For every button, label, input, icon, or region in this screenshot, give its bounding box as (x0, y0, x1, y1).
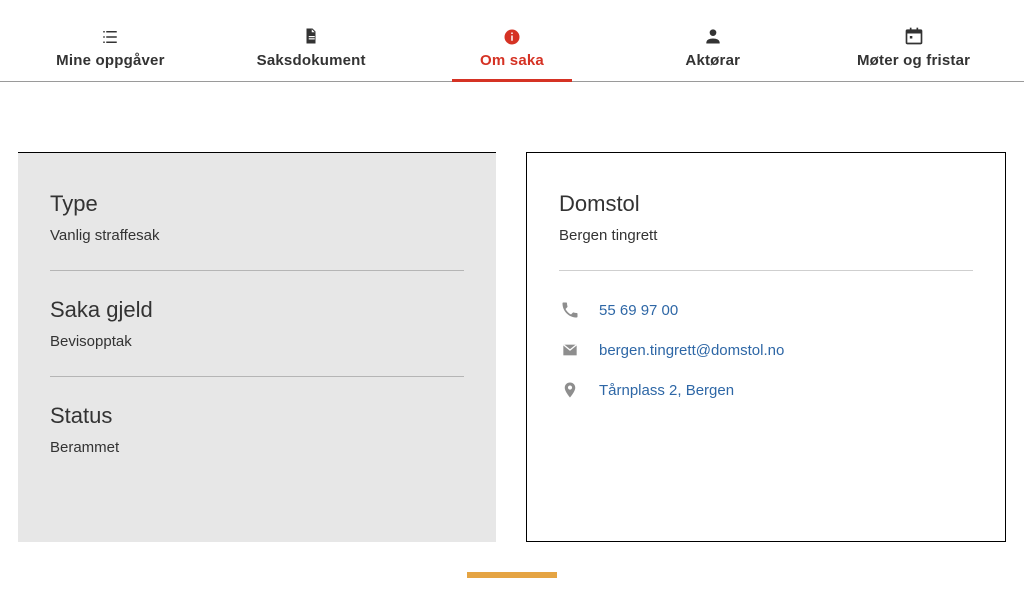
court-name: Bergen tingrett (559, 227, 973, 244)
phone-icon (559, 299, 581, 321)
email-icon (559, 339, 581, 361)
case-info-card: Type Vanlig straffesak Saka gjeld Beviso… (18, 152, 496, 542)
tab-moter-og-fristar[interactable]: Møter og fristar (813, 22, 1014, 81)
tab-mine-oppgaver[interactable]: Mine oppgåver (10, 22, 211, 81)
divider (559, 270, 973, 271)
tab-label: Om saka (480, 52, 544, 69)
divider (50, 376, 464, 377)
list-icon (99, 28, 121, 46)
tab-label: Aktørar (685, 52, 740, 69)
court-address-row: Tårnplass 2, Bergen (559, 379, 973, 401)
tab-label: Saksdokument (257, 52, 366, 69)
concerns-value: Bevisopptak (50, 333, 464, 350)
tab-label: Mine oppgåver (56, 52, 164, 69)
court-phone-row: 55 69 97 00 (559, 299, 973, 321)
info-circle-icon (503, 28, 521, 46)
location-pin-icon (559, 379, 581, 401)
court-address-link[interactable]: Tårnplass 2, Bergen (599, 382, 734, 399)
tab-saksdokument[interactable]: Saksdokument (211, 22, 412, 81)
person-icon (703, 26, 723, 46)
tab-label: Møter og fristar (857, 52, 970, 69)
court-email-row: bergen.tingrett@domstol.no (559, 339, 973, 361)
tab-om-saka[interactable]: Om saka (412, 22, 613, 81)
calendar-icon (904, 26, 924, 46)
divider (50, 270, 464, 271)
concerns-heading: Saka gjeld (50, 297, 464, 323)
court-card: Domstol Bergen tingrett 55 69 97 00 berg… (526, 152, 1006, 542)
tab-aktorar[interactable]: Aktørar (612, 22, 813, 81)
document-icon (302, 26, 320, 46)
content-area: Type Vanlig straffesak Saka gjeld Beviso… (0, 82, 1024, 572)
type-heading: Type (50, 191, 464, 217)
status-value: Berammet (50, 439, 464, 456)
type-value: Vanlig straffesak (50, 227, 464, 244)
court-email-link[interactable]: bergen.tingrett@domstol.no (599, 342, 784, 359)
court-phone-link[interactable]: 55 69 97 00 (599, 302, 678, 319)
tab-bar: Mine oppgåver Saksdokument Om saka Aktør… (0, 22, 1024, 82)
footer-accent-bar (467, 572, 557, 578)
status-heading: Status (50, 403, 464, 429)
court-heading: Domstol (559, 191, 973, 217)
court-contact-list: 55 69 97 00 bergen.tingrett@domstol.no T… (559, 299, 973, 401)
